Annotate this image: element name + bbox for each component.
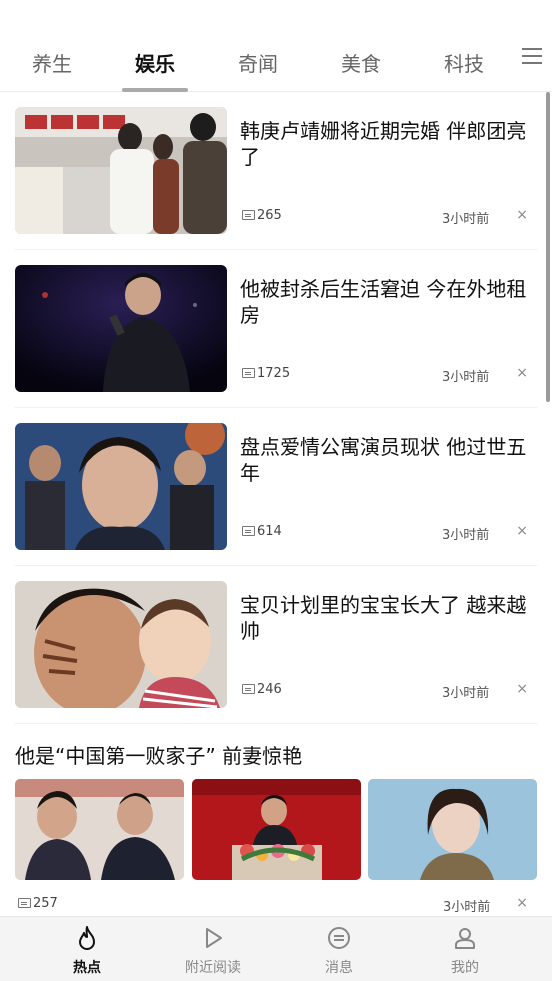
nav-label: 附近阅读 [185, 960, 241, 976]
comment-count: 1725 [257, 366, 291, 381]
news-thumbnail [15, 265, 227, 392]
publish-time: 3小时前 [442, 686, 490, 701]
gallery-image [192, 779, 361, 880]
user-icon [455, 928, 475, 949]
news-title[interactable]: 宝贝计划里的宝宝长大了 越来越帅 [240, 592, 536, 644]
news-meta: 265 3小时前 × [242, 207, 534, 227]
news-meta: 257 3小时前 × [18, 895, 534, 915]
gallery-image [15, 779, 184, 880]
news-thumbnail [15, 423, 227, 550]
news-thumbnail [15, 581, 227, 708]
close-icon[interactable]: × [516, 895, 528, 911]
close-icon[interactable]: × [516, 681, 528, 697]
comment-count: 614 [257, 524, 282, 539]
comment-icon [242, 526, 255, 536]
tab-oddities[interactable]: 奇闻 [228, 48, 288, 77]
comment-icon [242, 210, 255, 220]
nav-label: 我的 [451, 960, 479, 976]
publish-time: 3小时前 [442, 370, 490, 385]
news-title[interactable]: 盘点爱情公寓演员现状 他过世五年 [240, 434, 536, 486]
news-thumbnail [15, 107, 227, 234]
close-icon[interactable]: × [516, 365, 528, 381]
close-icon[interactable]: × [516, 523, 528, 539]
tab-tech[interactable]: 科技 [434, 48, 494, 77]
news-meta: 246 3小时前 × [242, 681, 534, 701]
comment-count: 265 [257, 208, 282, 223]
news-item[interactable]: 他被封杀后生活窘迫 今在外地租房 1725 3小时前 × [0, 250, 552, 408]
tab-food[interactable]: 美食 [331, 48, 391, 77]
comment-icon [242, 684, 255, 694]
nav-label: 热点 [73, 960, 101, 976]
comment-count: 257 [33, 896, 58, 911]
gallery-image [368, 779, 537, 880]
news-meta: 614 3小时前 × [242, 523, 534, 543]
play-icon [206, 928, 222, 948]
gallery-news-item[interactable]: 他是“中国第一败家子” 前妻惊艳 257 3小时前 × [0, 724, 552, 916]
news-item[interactable]: 韩庚卢靖姗将近期完婚 伴郎团亮了 265 3小时前 × [0, 92, 552, 250]
news-item[interactable]: 盘点爱情公寓演员现状 他过世五年 614 3小时前 × [0, 408, 552, 566]
tab-entertainment[interactable]: 娱乐 [125, 48, 185, 77]
news-title[interactable]: 韩庚卢靖姗将近期完婚 伴郎团亮了 [240, 118, 536, 170]
news-title[interactable]: 他是“中国第一败家子” 前妻惊艳 [15, 740, 302, 769]
bottom-navigation: 热点 附近阅读 消息 我的 [0, 916, 552, 981]
comment-icon [18, 898, 31, 908]
publish-time: 3小时前 [443, 900, 491, 915]
publish-time: 3小时前 [442, 528, 490, 543]
news-item[interactable]: 宝贝计划里的宝宝长大了 越来越帅 246 3小时前 × [0, 566, 552, 724]
nav-label: 消息 [325, 960, 353, 976]
close-icon[interactable]: × [516, 207, 528, 223]
news-title[interactable]: 他被封杀后生活窘迫 今在外地租房 [240, 276, 536, 328]
news-feed: 韩庚卢靖姗将近期完婚 伴郎团亮了 265 3小时前 × 他被封杀后生活窘迫 今在… [0, 92, 552, 916]
publish-time: 3小时前 [442, 212, 490, 227]
comment-count: 246 [257, 682, 282, 697]
news-meta: 1725 3小时前 × [242, 365, 534, 385]
menu-icon[interactable] [522, 48, 542, 66]
scrollbar[interactable] [546, 92, 550, 402]
nav-messages[interactable]: 消息 [289, 925, 389, 977]
message-icon [328, 927, 350, 949]
nav-profile[interactable]: 我的 [415, 925, 515, 977]
category-tab-bar: 养生 娱乐 奇闻 美食 科技 [0, 30, 552, 92]
tab-health[interactable]: 养生 [22, 48, 82, 77]
flame-icon [79, 926, 95, 950]
comment-icon [242, 368, 255, 378]
nav-nearby-reading[interactable]: 附近阅读 [163, 925, 263, 977]
nav-hot[interactable]: 热点 [37, 925, 137, 977]
